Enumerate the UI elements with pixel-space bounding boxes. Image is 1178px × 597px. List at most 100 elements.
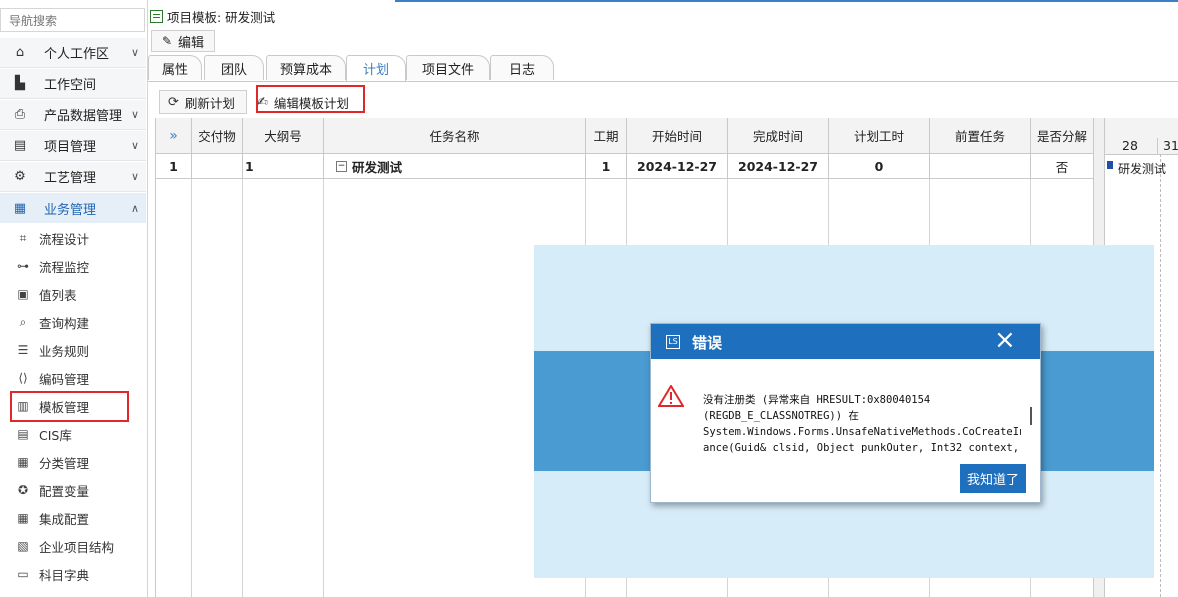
col-header-predecessor[interactable]: 前置任务 — [930, 118, 1031, 154]
chevron-up-icon: ∧ — [130, 201, 140, 215]
sidebar-item-query-build[interactable]: ⌕ 查询构建 — [0, 308, 146, 336]
nav-item-process-management[interactable]: ⚙ 工艺管理 ∨ — [0, 162, 146, 192]
sidebar-item-flow-monitor[interactable]: ⊶ 流程监控 — [0, 252, 146, 280]
top-accent-line — [395, 0, 1178, 2]
page-title: 项目模板: 研发测试 — [150, 6, 275, 26]
nav-item-workspace[interactable]: ▙ 工作空间 — [0, 69, 146, 99]
gantt-summary-bar-icon[interactable] — [1107, 161, 1113, 169]
chevron-down-icon: ∨ — [130, 170, 140, 183]
refresh-plan-button[interactable]: ⟳ 刷新计划 — [159, 90, 247, 114]
sidebar-item-code-management[interactable]: ⟨⟩ 编码管理 — [0, 364, 146, 392]
gantt-bar-label: 研发测试 — [1118, 162, 1167, 176]
gantt-today-line — [1160, 154, 1161, 597]
col-header-decompose[interactable]: 是否分解 — [1031, 118, 1094, 154]
structure-icon: ▧ — [17, 539, 29, 553]
frame-icon: ⌗ — [19, 230, 27, 245]
cell-work: 0 — [829, 154, 930, 179]
chevron-down-icon: ∨ — [130, 108, 140, 121]
sidebar-item-business-rules[interactable]: ☰ 业务规则 — [0, 336, 146, 364]
cell-row-number: 1 — [156, 154, 192, 179]
gantt-header-days: 28 31 — [1105, 136, 1178, 155]
variable-icon: ✪ — [17, 483, 29, 497]
dialog-header: LS 错误 × — [651, 324, 1040, 359]
sidebar-item-config-variables[interactable]: ✪ 配置变量 — [0, 476, 146, 504]
tab-properties[interactable]: 属性 — [148, 55, 202, 80]
col-header-task-name[interactable]: 任务名称 — [324, 118, 586, 154]
cell-finish: 2024-12-27 — [728, 154, 829, 179]
cell-deliverable — [192, 154, 243, 179]
chevron-down-icon: ∨ — [130, 139, 140, 152]
edit-button[interactable]: ✎ 编辑 — [151, 30, 215, 52]
printer-icon: ⎙ — [14, 107, 26, 122]
cell-task-name: − 研发测试 — [324, 154, 586, 179]
gantt-day-28: 28 — [1122, 138, 1138, 153]
grid-line — [242, 179, 243, 597]
sidebar-item-classification[interactable]: ▦ 分类管理 — [0, 448, 146, 476]
tab-team[interactable]: 团队 — [204, 55, 264, 80]
col-header-deliverable[interactable]: 交付物 — [192, 118, 243, 154]
expand-all-icon[interactable]: » — [156, 118, 192, 154]
grid-icon: ▦ — [13, 200, 27, 216]
pencil-icon: ✎ — [161, 34, 173, 48]
collapse-icon[interactable]: − — [336, 160, 347, 172]
highlight-box-template-management — [10, 391, 129, 422]
nav-item-personal-workspace[interactable]: ⌂ 个人工作区 ∨ — [0, 38, 146, 68]
error-message: 没有注册类 (异常来自 HRESULT:0x80040154 (REGDB_E_… — [703, 394, 1021, 454]
error-dialog: LS 错误 × 没有注册类 (异常来自 HRESULT:0x80040154 (… — [650, 323, 1041, 503]
tab-log[interactable]: 日志 — [490, 55, 554, 80]
nav-item-product-data[interactable]: ⎙ 产品数据管理 ∨ — [0, 100, 146, 130]
cell-duration: 1 — [586, 154, 627, 179]
library-icon: ▤ — [17, 427, 29, 441]
list-icon: ▣ — [17, 287, 29, 301]
sidebar-item-integration[interactable]: ▦ 集成配置 — [0, 504, 146, 532]
document-icon: ▤ — [13, 138, 27, 153]
refresh-icon: ⟳ — [168, 94, 179, 110]
tab-plan[interactable]: 计划 — [346, 55, 406, 81]
grid-line — [191, 179, 192, 597]
building-icon: ▙ — [15, 76, 25, 91]
cell-predecessor — [930, 154, 1031, 179]
gear-icon: ⚙ — [14, 169, 26, 184]
col-header-outline[interactable]: 大纲号 — [243, 118, 324, 154]
sidebar-item-subject-dictionary[interactable]: ▭ 科目字典 — [0, 560, 146, 588]
col-header-work[interactable]: 计划工时 — [829, 118, 930, 154]
sidebar-item-enterprise-structure[interactable]: ▧ 企业项目结构 — [0, 532, 146, 560]
gantt-day-divider — [1157, 138, 1158, 154]
close-icon[interactable]: × — [994, 327, 1016, 353]
tab-project-files[interactable]: 项目文件 — [406, 55, 490, 80]
scrollbar-thumb[interactable] — [1030, 407, 1032, 425]
tab-bar: 属性 团队 预算成本 计划 项目文件 日志 — [148, 55, 1178, 82]
integration-icon: ▦ — [17, 511, 29, 525]
grid-line — [323, 179, 324, 597]
nav-item-business-management[interactable]: ▦ 业务管理 ∧ — [0, 193, 146, 223]
rules-icon: ☰ — [17, 343, 29, 357]
chevron-down-icon: ∨ — [130, 46, 140, 59]
dictionary-icon: ▭ — [17, 567, 29, 581]
nav-item-project-management[interactable]: ▤ 项目管理 ∨ — [0, 131, 146, 161]
search-icon: ⌕ — [19, 314, 27, 329]
tab-budget[interactable]: 预算成本 — [266, 55, 346, 80]
cell-start: 2024-12-27 — [627, 154, 728, 179]
cell-outline: 1 — [243, 154, 324, 179]
col-header-start[interactable]: 开始时间 — [627, 118, 728, 154]
nav-search-box[interactable] — [0, 8, 145, 32]
code-icon: ⟨⟩ — [18, 371, 28, 385]
message-scrollbar[interactable] — [1025, 393, 1035, 453]
sidebar: ⌂ 个人工作区 ∨ ▙ 工作空间 ⎙ 产品数据管理 ∨ ▤ 项目管理 ∨ ⚙ 工… — [0, 0, 148, 597]
ok-button[interactable]: 我知道了 — [960, 464, 1026, 493]
cell-decompose: 否 — [1031, 154, 1094, 179]
col-header-finish[interactable]: 完成时间 — [728, 118, 829, 154]
gantt-header-top — [1105, 118, 1178, 137]
highlight-box-edit-template — [256, 85, 365, 113]
sidebar-item-value-list[interactable]: ▣ 值列表 — [0, 280, 146, 308]
col-header-duration[interactable]: 工期 — [586, 118, 627, 154]
gantt-day-31: 31 — [1163, 138, 1178, 153]
dialog-title: 错误 — [692, 334, 723, 352]
home-icon: ⌂ — [15, 45, 25, 60]
warning-icon — [658, 385, 684, 407]
nav-search-input[interactable] — [7, 10, 141, 32]
sidebar-item-cis-library[interactable]: ▤ CIS库 — [0, 420, 146, 448]
dialog-body: 没有注册类 (异常来自 HRESULT:0x80040154 (REGDB_E_… — [651, 359, 1040, 502]
sidebar-item-flow-design[interactable]: ⌗ 流程设计 — [0, 224, 146, 252]
flow-icon: ⊶ — [17, 259, 29, 273]
